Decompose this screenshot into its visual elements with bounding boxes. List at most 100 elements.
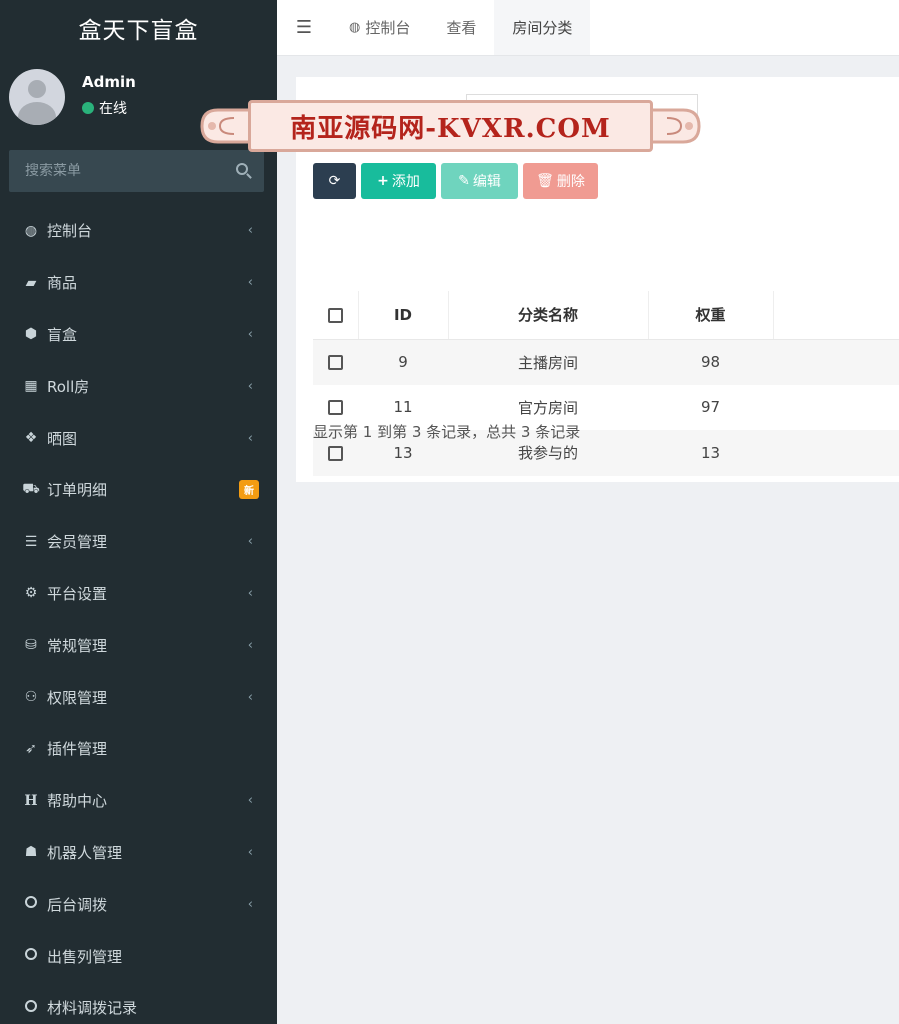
row-checkbox[interactable] [328,355,343,370]
column-header-name[interactable]: 分类名称 [448,291,649,340]
sidebar-item-blindbox[interactable]: ⬢ 盲盒 ‹ [0,309,277,361]
sidebar-item-showcase[interactable]: ❖ 晒图 ‹ [0,412,277,464]
column-header-id[interactable]: ID [358,291,449,340]
cell-weight: 97 [700,398,721,417]
gear-icon: ⚙ [24,585,38,602]
menu-search [9,150,264,192]
chevron-left-icon: ‹ [247,430,253,446]
plus-icon: + [377,173,389,189]
chevron-left-icon: ‹ [247,844,253,860]
sidebar-item-material-transfer-log[interactable]: 材料调拨记录 [0,982,277,1024]
menu-toggle-icon[interactable]: ☰ [277,0,331,55]
user-status: 在线 [82,98,127,118]
sidebar-item-sale-list[interactable]: 出售列管理 [0,930,277,982]
delete-button[interactable]: 🗑 删除 [523,163,598,199]
toolbar: ⟳ + 添加 ✎ 编辑 🗑 删除 [313,163,598,199]
sidebar-item-orders[interactable]: ⛟ 订单明细 新 [0,464,277,516]
sidebar-item-general[interactable]: ⛁ 常规管理 ‹ [0,619,277,671]
edit-button[interactable]: ✎ 编辑 [441,163,518,199]
search-icon[interactable] [236,163,248,175]
cell-id: 9 [358,339,448,385]
database-icon: ⛁ [25,637,37,654]
row-checkbox-cell [313,339,358,385]
sidebar-item-members[interactable]: ☰ 会员管理 ‹ [0,516,277,568]
cell-empty [773,385,899,431]
sidebar-item-label: 权限管理 [47,688,108,707]
sidebar-menu: ◍ 控制台 ‹ ▰ 商品 ‹ ⬢ 盲盒 ‹ ▦ Roll房 ‹ ❖ 晒图 ‹ ⛟… [0,205,277,1024]
new-badge: 新 [239,480,259,500]
chevron-left-icon: ‹ [247,637,253,653]
tab-label: 查看 [446,19,477,37]
sidebar-item-platform-settings[interactable]: ⚙ 平台设置 ‹ [0,568,277,620]
sidebar-item-label: 材料调拨记录 [47,999,138,1018]
tab-view[interactable]: 查看 [428,0,494,55]
chevron-left-icon: ‹ [247,896,253,912]
android-icon: ☗ [24,844,38,861]
online-status-dot-icon [82,102,94,114]
sidebar-item-label: 插件管理 [47,740,108,759]
cube-icon: ⬢ [24,326,38,343]
column-header-weight[interactable]: 权重 [648,291,774,340]
dashboard-icon: ◍ [349,20,361,35]
circle-icon [22,896,40,912]
chevron-left-icon: ‹ [247,534,253,550]
sidebar-item-backend-transfer[interactable]: 后台调拨 ‹ [0,878,277,930]
circle-icon [22,999,40,1016]
sidebar-item-dashboard[interactable]: ◍ 控制台 ‹ [0,205,277,257]
avatar[interactable] [9,69,65,125]
cell-empty [773,339,899,385]
sidebar-item-label: 商品 [47,274,78,293]
sidebar-item-robots[interactable]: ☗ 机器人管理 ‹ [0,827,277,879]
category-table: ID 分类名称 权重 9 主播房间 98 11 官方房间 97 13 我参与的 … [313,291,899,476]
row-checkbox[interactable] [328,445,343,461]
chevron-left-icon: ‹ [247,585,253,601]
list-icon: ☰ [24,533,38,550]
row-checkbox[interactable] [328,400,343,416]
cell-weight: 13 [648,430,773,476]
scroll-ornament-right-icon [653,108,701,144]
column-header-empty [773,291,899,340]
circle-icon [22,948,40,964]
sidebar-item-plugins[interactable]: ➶ 插件管理 [0,723,277,775]
refresh-button[interactable]: ⟳ [313,163,356,199]
sidebar-item-label: 订单明细 [47,481,108,500]
sidebar-item-label: 帮助中心 [47,792,108,811]
select-all-cell [313,291,359,340]
tab-label: 控制台 [365,19,411,37]
sidebar-item-goods[interactable]: ▰ 商品 ‹ [0,257,277,309]
sidebar-item-label: 机器人管理 [47,843,123,862]
refresh-icon: ⟳ [328,173,341,189]
sidebar-item-label: 会员管理 [47,533,108,552]
watermark-body: 南亚源码网-KVXR.COM [248,100,653,152]
menu-search-input[interactable] [9,163,219,179]
watermark-banner: 南亚源码网-KVXR.COM [198,96,703,156]
trash-icon: 🗑 [536,173,554,189]
tab-room-category[interactable]: 房间分类 [494,0,591,55]
pagination-info: 显示第 1 到第 3 条记录，总共 3 条记录 [313,423,581,441]
sidebar-item-label: 常规管理 [47,636,108,655]
watermark-text: 南亚源码网-KVXR.COM [290,113,611,144]
users-icon: ⚇ [24,689,38,706]
sidebar-item-label: 控制台 [47,222,93,241]
chevron-left-icon: ‹ [247,793,253,809]
tab-dashboard[interactable]: ◍ 控制台 [331,0,428,55]
sidebar-item-permissions[interactable]: ⚇ 权限管理 ‹ [0,671,277,723]
table-row[interactable]: 9 主播房间 98 [313,339,899,385]
user-status-label: 在线 [99,101,127,117]
sidebar-item-help[interactable]: H 帮助中心 ‹ [0,775,277,827]
chevron-left-icon: ‹ [247,689,253,705]
pencil-icon: ✎ [458,173,470,189]
rocket-icon: ➶ [25,740,37,757]
app-logo[interactable]: 盒天下盲盒 [0,0,277,56]
cell-name: 主播房间 [448,339,648,385]
shopping-bag-icon: ▰ [25,274,37,291]
sidebar-item-label: 出售列管理 [47,947,123,966]
select-all-checkbox[interactable] [327,307,343,323]
chevron-left-icon: ‹ [247,326,253,342]
chevron-left-icon: ‹ [247,223,253,239]
user-name: Admin [82,73,136,91]
top-nav: ☰ ◍ 控制台 查看 房间分类 [277,0,899,56]
sidebar-item-roll-room[interactable]: ▦ Roll房 ‹ [0,360,277,412]
add-button[interactable]: + 添加 [361,163,436,199]
edit-button-label: 编辑 [472,174,501,190]
